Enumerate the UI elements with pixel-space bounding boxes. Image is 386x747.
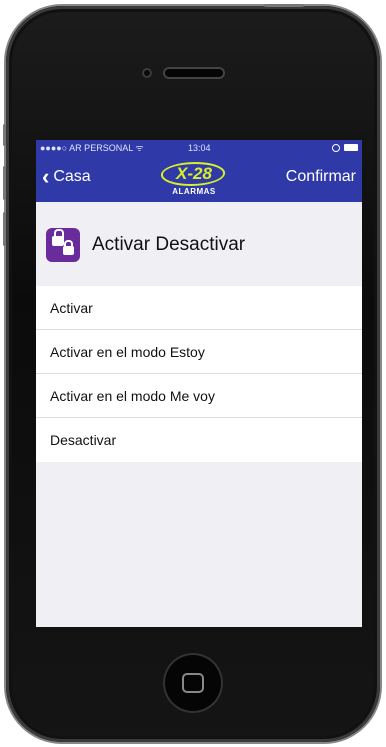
power-button — [264, 4, 304, 7]
home-square-icon — [182, 673, 204, 693]
volume-up-button — [3, 166, 6, 200]
status-bar: ●●●●○ AR PERSONAL ᯤ 13:04 — [36, 140, 362, 156]
mute-switch — [3, 124, 6, 146]
speaker-grille — [163, 67, 225, 79]
back-button[interactable]: ‹ Casa — [42, 166, 91, 188]
option-activar[interactable]: Activar — [36, 286, 362, 330]
options-list: Activar Activar en el modo Estoy Activar… — [36, 286, 362, 462]
front-camera-icon — [142, 68, 152, 78]
status-right — [332, 144, 358, 152]
option-desactivar[interactable]: Desactivar — [36, 418, 362, 462]
page-title: Activar Desactivar — [92, 234, 246, 255]
section-header: Activar Desactivar — [36, 202, 362, 286]
battery-icon — [344, 144, 358, 151]
app-screen: ●●●●○ AR PERSONAL ᯤ 13:04 ‹ Casa X-28 AL… — [36, 140, 362, 627]
lock-closed-shape — [63, 240, 74, 255]
location-icon — [332, 144, 340, 152]
option-activar-me-voy[interactable]: Activar en el modo Me voy — [36, 374, 362, 418]
confirm-button[interactable]: Confirmar — [286, 166, 356, 188]
back-label: Casa — [53, 168, 91, 185]
nav-bar: ‹ Casa X-28 ALARMAS Confirmar — [36, 156, 362, 202]
status-time: 13:04 — [188, 143, 211, 153]
carrier-label: ●●●●○ AR PERSONAL ᯤ — [40, 143, 144, 153]
volume-down-button — [3, 212, 6, 246]
logo-text: X-28 — [176, 164, 212, 183]
chevron-left-icon: ‹ — [42, 164, 50, 189]
logo-subtitle: ALARMAS — [172, 187, 216, 196]
x28-logo: X-28 ALARMAS — [158, 160, 229, 200]
lock-icon — [46, 228, 80, 262]
lock-open-shape — [52, 229, 64, 246]
option-activar-estoy[interactable]: Activar en el modo Estoy — [36, 330, 362, 374]
